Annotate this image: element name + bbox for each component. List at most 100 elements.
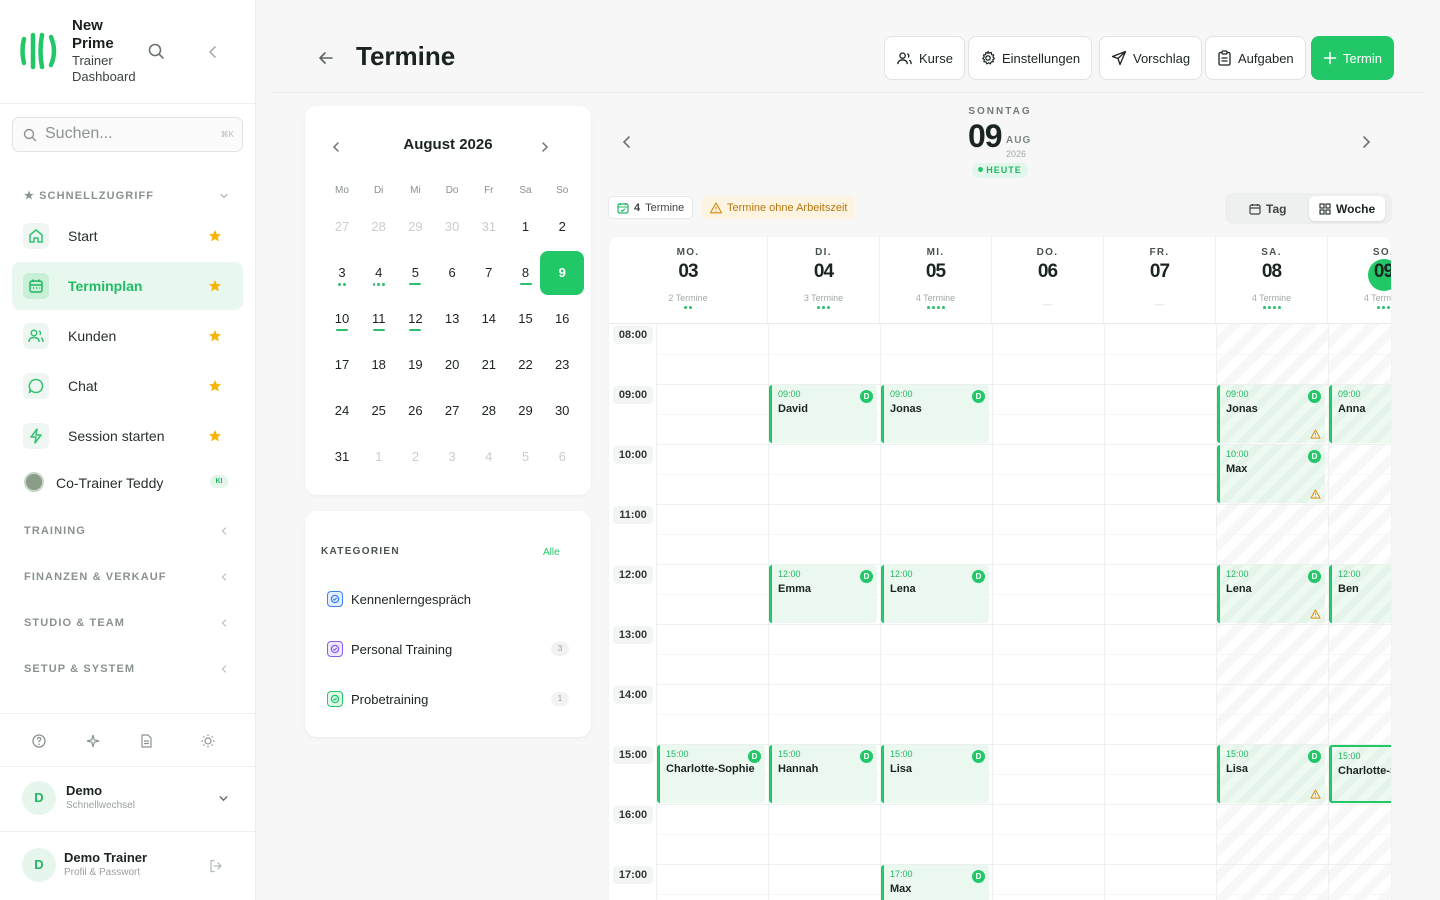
categories-panel: KATEGORIEN Alle Kennenlerngespräch Person…	[305, 511, 591, 737]
chevron-down-icon[interactable]	[217, 792, 230, 805]
appointment-client: Lisa	[890, 763, 913, 775]
new-termin-button[interactable]: Termin	[1311, 36, 1395, 80]
chevron-right-icon[interactable]	[538, 140, 552, 154]
appointment-time: 12:00	[890, 569, 913, 579]
workspace-name: Demo	[66, 783, 103, 798]
chevron-left-icon[interactable]	[218, 571, 230, 583]
brand-name: New	[72, 17, 103, 34]
appointment-card[interactable]: 09:00 Jonas D	[881, 385, 989, 443]
star-icon[interactable]	[208, 379, 222, 393]
help-icon[interactable]	[31, 733, 47, 749]
warning-chip[interactable]: Termine ohne Arbeitszeit	[702, 196, 856, 219]
calendar-day[interactable]: 9	[540, 251, 585, 295]
star-icon[interactable]	[208, 229, 222, 243]
chevron-right-icon[interactable]	[1359, 134, 1373, 150]
appointment-client: Jonas	[890, 403, 922, 415]
appointment-card[interactable]: 12:00 Lena D	[1217, 565, 1325, 623]
appointment-card[interactable]: 09:00 Anna	[1329, 385, 1391, 443]
appointment-card[interactable]: 12:00 Ben	[1329, 565, 1391, 623]
einstellungen-button[interactable]: Einstellungen	[968, 36, 1093, 80]
chevron-left-icon[interactable]	[218, 617, 230, 629]
categories-all-link[interactable]: Alle	[543, 547, 560, 558]
calendar-day[interactable]: 30	[540, 389, 584, 433]
star-icon[interactable]	[208, 279, 222, 293]
calendar-day[interactable]: 16	[540, 297, 584, 341]
back-arrow-icon[interactable]	[318, 50, 334, 66]
appointment-card[interactable]: 17:00 Max D	[881, 865, 989, 900]
logout-icon[interactable]	[208, 858, 224, 874]
day-column-header[interactable]: FR. 07 —	[1104, 237, 1216, 323]
star-icon[interactable]	[208, 429, 222, 443]
category-count: 1	[551, 692, 569, 706]
no-appointments: —	[1155, 299, 1164, 309]
appointment-card[interactable]: 15:00 Hannah D	[769, 745, 877, 803]
search-input[interactable]: Suchen... ⌘K	[12, 117, 243, 152]
checkbox-icon[interactable]	[327, 591, 343, 607]
week-calendar: MO. 03 2 Termine DI. 04 3 Termine MI. 05 4 Termi…	[609, 237, 1391, 900]
weekday-label: Fr	[484, 185, 494, 196]
section-studio[interactable]: STUDIO & TEAM	[24, 617, 125, 629]
sparkle-icon[interactable]	[85, 733, 101, 749]
appointment-card[interactable]: 15:00 Charlotte-Sophie	[1329, 745, 1391, 803]
appointment-indicator	[336, 283, 348, 286]
appointment-card[interactable]: 12:00 Emma D	[769, 565, 877, 623]
ki-badge: KI	[210, 475, 228, 488]
vorschlag-button[interactable]: Vorschlag	[1099, 36, 1203, 80]
collapse-sidebar-icon[interactable]	[205, 44, 221, 60]
checkbox-icon[interactable]	[327, 691, 343, 707]
appointment-dots	[1328, 306, 1391, 309]
appointment-card[interactable]: 15:00 Charlotte-Sophie D	[657, 745, 765, 803]
sidebar-item-kunden[interactable]: Kunden	[12, 312, 243, 360]
gear-icon	[982, 50, 996, 65]
section-training[interactable]: TRAINING	[24, 525, 86, 537]
calendar-day[interactable]: 6	[540, 435, 584, 479]
users-icon	[897, 51, 912, 64]
day-column-header[interactable]: MI. 05 4 Termine	[880, 237, 992, 323]
sidebar: New Prime Trainer Dashboard Suchen... ⌘K…	[0, 0, 256, 900]
day-name: MI.	[926, 247, 945, 258]
sidebar-item-terminplan[interactable]: Terminplan	[12, 262, 243, 310]
appointment-card[interactable]: 10:00 Max D	[1217, 445, 1325, 503]
half-hour-line	[656, 534, 1391, 535]
current-month: AUG	[1006, 135, 1032, 146]
appointment-card[interactable]: 15:00 Lisa D	[881, 745, 989, 803]
appointment-time: 15:00	[1338, 751, 1361, 761]
sidebar-item-session-starten[interactable]: Session starten	[12, 412, 243, 460]
day-column-header[interactable]: DI. 04 3 Termine	[768, 237, 880, 323]
day-column-header[interactable]: SO. 09 4 Termine	[1328, 237, 1391, 323]
day-column-header[interactable]: SA. 08 4 Termine	[1216, 237, 1328, 323]
appointment-card[interactable]: 15:00 Lisa D	[1217, 745, 1325, 803]
appointment-card[interactable]: 09:00 David D	[769, 385, 877, 443]
day-column-header[interactable]: MO. 03 2 Termine	[609, 237, 768, 323]
view-day-button[interactable]: Tag	[1239, 196, 1296, 221]
appointment-card[interactable]: 09:00 Jonas D	[1217, 385, 1325, 443]
sun-icon[interactable]	[200, 733, 216, 749]
star-icon[interactable]	[208, 329, 222, 343]
kurse-button[interactable]: Kurse	[884, 36, 965, 80]
user-avatar: D	[22, 848, 56, 882]
workspace-avatar: D	[22, 781, 56, 815]
search-icon	[23, 128, 37, 142]
appointment-card[interactable]: 12:00 Lena D	[881, 565, 989, 623]
aufgaben-button[interactable]: Aufgaben	[1205, 36, 1306, 80]
chevron-down-icon[interactable]	[218, 190, 230, 202]
warning-icon	[1310, 609, 1321, 619]
quick-access-heading[interactable]: ★ SCHNELLZUGRIFF	[24, 189, 154, 202]
calendar-icon	[1249, 203, 1261, 215]
sidebar-item-start[interactable]: Start	[12, 212, 243, 260]
view-week-button[interactable]: Woche	[1309, 196, 1386, 221]
section-finanzen[interactable]: FINANZEN & VERKAUF	[24, 571, 167, 583]
checkbox-icon[interactable]	[327, 641, 343, 657]
chevron-left-icon[interactable]	[218, 525, 230, 537]
sidebar-item-chat[interactable]: Chat	[12, 362, 243, 410]
section-setup[interactable]: SETUP & SYSTEM	[24, 663, 135, 675]
chevron-left-icon[interactable]	[218, 663, 230, 675]
calendar-day[interactable]: 2	[540, 205, 584, 249]
brand-name-2: Prime	[72, 35, 114, 52]
document-icon[interactable]	[138, 733, 154, 749]
brand: New Prime Trainer Dashboard	[0, 0, 255, 104]
day-column-header[interactable]: DO. 06 —	[992, 237, 1104, 323]
chevron-left-icon[interactable]	[620, 134, 634, 150]
calendar-day[interactable]: 23	[540, 343, 584, 387]
search-icon[interactable]	[148, 43, 165, 60]
